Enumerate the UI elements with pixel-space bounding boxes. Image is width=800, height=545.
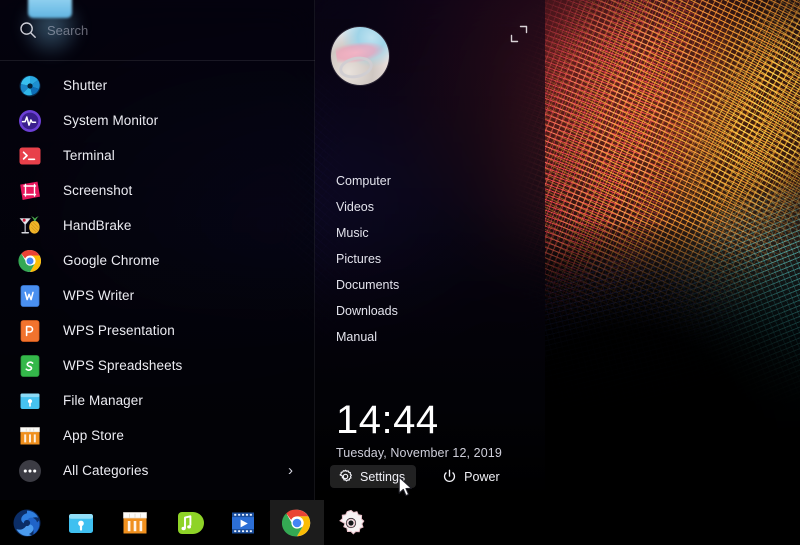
launcher-actions: Settings Power [330, 465, 530, 488]
place-item-manual[interactable]: Manual [315, 324, 545, 350]
deepin-launcher-icon [12, 508, 42, 538]
search-icon [19, 21, 37, 39]
desktop-screen: Shutter System Monitor [0, 0, 800, 545]
place-label: Videos [336, 200, 374, 214]
place-item-downloads[interactable]: Downloads [315, 298, 545, 324]
app-label: Screenshot [63, 183, 132, 198]
place-item-computer[interactable]: Computer [315, 168, 545, 194]
settings-button[interactable]: Settings [330, 465, 416, 488]
app-item-terminal[interactable]: Terminal [0, 138, 315, 173]
app-label: WPS Presentation [63, 323, 175, 338]
movie-icon [228, 508, 258, 538]
places-list[interactable]: Computer Videos Music Pictures Documents… [315, 168, 545, 350]
launcher-left-pane: Shutter System Monitor [0, 0, 315, 500]
app-item-shutter[interactable]: Shutter [0, 68, 315, 103]
app-label: All Categories [63, 463, 148, 478]
app-label: Shutter [63, 78, 107, 93]
place-label: Pictures [336, 252, 381, 266]
app-item-wps-presentation[interactable]: WPS Presentation [0, 313, 315, 348]
search-input[interactable] [47, 23, 315, 38]
all-categories-icon [17, 458, 43, 484]
app-item-wps-writer[interactable]: WPS Writer [0, 278, 315, 313]
power-button[interactable]: Power [434, 465, 510, 488]
app-label: WPS Writer [63, 288, 134, 303]
shutter-icon [17, 73, 43, 99]
app-item-screenshot[interactable]: Screenshot [0, 173, 315, 208]
app-label: WPS Spreadsheets [63, 358, 182, 373]
wps-writer-icon [17, 283, 43, 309]
chrome-icon [282, 508, 312, 538]
app-label: Terminal [63, 148, 115, 163]
handbrake-icon [17, 213, 43, 239]
app-label: File Manager [63, 393, 143, 408]
place-label: Manual [336, 330, 377, 344]
dock-item-launcher[interactable] [0, 500, 54, 545]
clock-time: 14:44 [336, 398, 502, 442]
application-launcher: Shutter System Monitor [0, 0, 545, 500]
app-item-system-monitor[interactable]: System Monitor [0, 103, 315, 138]
dock-item-settings[interactable] [324, 500, 378, 545]
app-item-wps-spreadsheets[interactable]: WPS Spreadsheets [0, 348, 315, 383]
dock-item-app-store[interactable] [108, 500, 162, 545]
file-manager-icon [66, 508, 96, 538]
power-icon [442, 469, 457, 484]
avatar[interactable] [331, 27, 389, 85]
file-manager-icon [17, 388, 43, 414]
power-label: Power [464, 470, 499, 484]
music-icon [174, 508, 204, 538]
taskbar-dock [0, 500, 800, 545]
clock-date: Tuesday, November 12, 2019 [336, 446, 502, 460]
app-item-file-manager[interactable]: File Manager [0, 383, 315, 418]
chevron-right-icon: › [288, 463, 293, 478]
app-store-icon [17, 423, 43, 449]
app-item-all-categories[interactable]: All Categories › [0, 453, 315, 488]
app-store-icon [120, 508, 150, 538]
dock-item-file-manager[interactable] [54, 500, 108, 545]
place-item-pictures[interactable]: Pictures [315, 246, 545, 272]
dock-item-music[interactable] [162, 500, 216, 545]
chrome-icon [17, 248, 43, 274]
launcher-right-pane: Computer Videos Music Pictures Documents… [315, 0, 545, 500]
app-item-handbrake[interactable]: HandBrake [0, 208, 315, 243]
screenshot-icon [17, 178, 43, 204]
app-label: HandBrake [63, 218, 131, 233]
system-monitor-icon [17, 108, 43, 134]
terminal-icon [17, 143, 43, 169]
clock-block: 14:44 Tuesday, November 12, 2019 [336, 398, 502, 460]
wps-spreadsheets-icon [17, 353, 43, 379]
place-item-videos[interactable]: Videos [315, 194, 545, 220]
place-label: Music [336, 226, 369, 240]
application-list[interactable]: Shutter System Monitor [0, 61, 315, 500]
search-bar[interactable] [0, 0, 315, 61]
app-label: App Store [63, 428, 124, 443]
place-label: Downloads [336, 304, 398, 318]
settings-gear-icon [336, 508, 366, 538]
gear-icon [338, 469, 353, 484]
dock-item-chrome[interactable] [270, 500, 324, 545]
place-label: Computer [336, 174, 391, 188]
app-label: System Monitor [63, 113, 158, 128]
dock-item-movie[interactable] [216, 500, 270, 545]
app-item-app-store[interactable]: App Store [0, 418, 315, 453]
place-item-music[interactable]: Music [315, 220, 545, 246]
app-item-google-chrome[interactable]: Google Chrome [0, 243, 315, 278]
wps-presentation-icon [17, 318, 43, 344]
expand-icon[interactable] [509, 24, 529, 44]
settings-label: Settings [360, 470, 405, 484]
place-label: Documents [336, 278, 399, 292]
app-label: Google Chrome [63, 253, 160, 268]
place-item-documents[interactable]: Documents [315, 272, 545, 298]
